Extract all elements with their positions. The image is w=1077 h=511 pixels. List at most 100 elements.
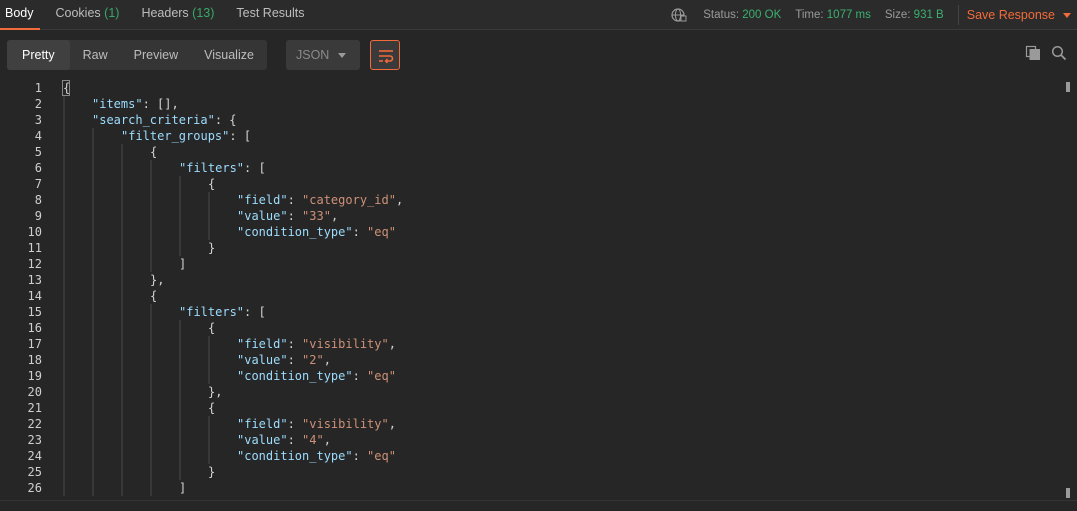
tab-test-results[interactable]: Test Results xyxy=(230,0,310,30)
json-string: "visibility" xyxy=(302,337,389,351)
tab-count: (13) xyxy=(192,6,215,20)
size-readout: Size: 931 B xyxy=(885,9,944,21)
scrollbar-thumb[interactable] xyxy=(1066,488,1070,498)
json-key: "items" xyxy=(92,97,143,111)
code-text: "filters": [ xyxy=(179,160,266,176)
json-key: "filters" xyxy=(179,305,245,319)
view-mode-group: Pretty Raw Preview Visualize xyxy=(7,40,267,70)
line-number: 2 xyxy=(34,97,42,111)
save-response-label: Save Response xyxy=(966,8,1055,22)
json-punctuation: : [ xyxy=(229,129,252,143)
json-key: "filter_groups" xyxy=(121,129,230,143)
code-text: } xyxy=(208,464,215,480)
line-number: 12 xyxy=(27,257,42,271)
json-string: "eq" xyxy=(367,225,396,239)
json-punctuation: , xyxy=(323,433,331,447)
view-raw-button[interactable]: Raw xyxy=(70,40,121,70)
time-value[interactable]: 1077 ms xyxy=(827,9,871,21)
view-visualize-button[interactable]: Visualize xyxy=(191,40,267,70)
size-label: Size: xyxy=(884,9,911,21)
view-preview-button[interactable]: Preview xyxy=(121,40,191,70)
tab-body[interactable]: Body xyxy=(0,0,40,30)
line-number: 16 xyxy=(27,321,42,335)
code-text: "items": [], xyxy=(92,96,179,112)
tab-label: Cookies xyxy=(55,6,101,20)
bracket-match-highlight xyxy=(62,80,70,96)
globe-icon[interactable] xyxy=(671,7,687,23)
json-key: "value" xyxy=(237,353,288,367)
json-punctuation: , xyxy=(388,337,396,351)
line-number: 24 xyxy=(27,449,42,463)
json-key: "condition_type" xyxy=(237,449,353,463)
json-punctuation: : xyxy=(287,209,303,223)
line-number: 7 xyxy=(34,177,42,191)
line-number: 5 xyxy=(34,145,42,159)
code-text: "search_criteria": { xyxy=(92,112,237,128)
line-number: 13 xyxy=(27,273,42,287)
code-text: "filter_groups": [ xyxy=(121,128,251,144)
json-punctuation: , xyxy=(323,353,331,367)
json-punctuation: : xyxy=(287,337,303,351)
json-key: "condition_type" xyxy=(237,225,353,239)
response-body-editor[interactable]: 1{2 "items": [], 3 "search_criteria": {4 "fi… xyxy=(0,80,1077,500)
json-string: "eq" xyxy=(367,449,396,463)
line-number: 10 xyxy=(27,225,42,239)
json-key: "filters" xyxy=(179,161,245,175)
vertical-scrollbar[interactable] xyxy=(1062,80,1072,500)
format-select[interactable]: JSON xyxy=(286,40,360,70)
tab-label: Headers xyxy=(141,6,189,20)
chevron-down-icon[interactable] xyxy=(1063,12,1071,18)
wrap-lines-button[interactable] xyxy=(370,40,400,70)
save-response-button[interactable]: Save Response xyxy=(967,8,1071,22)
json-punctuation: : xyxy=(287,433,303,447)
code-text: { xyxy=(208,320,215,336)
json-punctuation: : xyxy=(352,369,368,383)
code-text: { xyxy=(150,288,157,304)
tab-cookies[interactable]: Cookies (1) xyxy=(50,0,126,30)
json-string: "visibility" xyxy=(302,417,389,431)
status-readout: Status: 200 OK xyxy=(703,9,781,21)
line-number: 9 xyxy=(34,209,42,223)
json-punctuation: }, xyxy=(208,385,223,399)
line-number: 18 xyxy=(27,353,42,367)
json-punctuation: } xyxy=(208,465,216,479)
search-icon[interactable] xyxy=(1051,45,1067,66)
time-readout: Time: 1077 ms xyxy=(795,9,871,21)
view-pretty-button[interactable]: Pretty xyxy=(7,40,70,70)
json-punctuation: { xyxy=(208,177,216,191)
code-text: "filters": [ xyxy=(179,304,266,320)
json-punctuation: : { xyxy=(214,113,237,127)
code-text: } xyxy=(208,240,215,256)
json-punctuation: : xyxy=(287,193,303,207)
code-text: "value": "33", xyxy=(237,208,338,224)
json-punctuation: }, xyxy=(150,273,165,287)
json-key: "value" xyxy=(237,433,288,447)
line-number: 26 xyxy=(27,481,42,495)
size-value[interactable]: 931 B xyxy=(914,9,944,21)
code-text: "value": "4", xyxy=(237,432,331,448)
status-value[interactable]: 200 OK xyxy=(742,9,781,21)
copy-icon[interactable] xyxy=(1025,45,1041,66)
code-text: "field": "visibility", xyxy=(237,336,396,352)
json-key: "field" xyxy=(237,337,288,351)
response-tabs: Body Cookies (1) Headers (13) Test Resul… xyxy=(0,0,321,30)
line-number: 20 xyxy=(27,385,42,399)
tab-label: Body xyxy=(5,6,34,20)
status-label: Status: xyxy=(703,9,740,21)
code-text: "value": "2", xyxy=(237,352,331,368)
line-number: 23 xyxy=(27,433,42,447)
json-key: "condition_type" xyxy=(237,369,353,383)
response-toolbar: Pretty Raw Preview Visualize JSON xyxy=(0,30,1077,78)
code-text: "field": "visibility", xyxy=(237,416,396,432)
json-punctuation: ] xyxy=(179,481,187,495)
tab-headers[interactable]: Headers (13) xyxy=(135,0,220,30)
code-text: }, xyxy=(150,272,164,288)
line-number: 1 xyxy=(34,81,42,95)
json-punctuation: ] xyxy=(179,257,187,271)
json-string: "4" xyxy=(302,433,324,447)
line-number: 17 xyxy=(27,337,42,351)
line-number: 19 xyxy=(27,369,42,383)
json-punctuation: : xyxy=(352,449,368,463)
scrollbar-thumb[interactable] xyxy=(1066,82,1070,92)
json-string: "eq" xyxy=(367,369,396,383)
